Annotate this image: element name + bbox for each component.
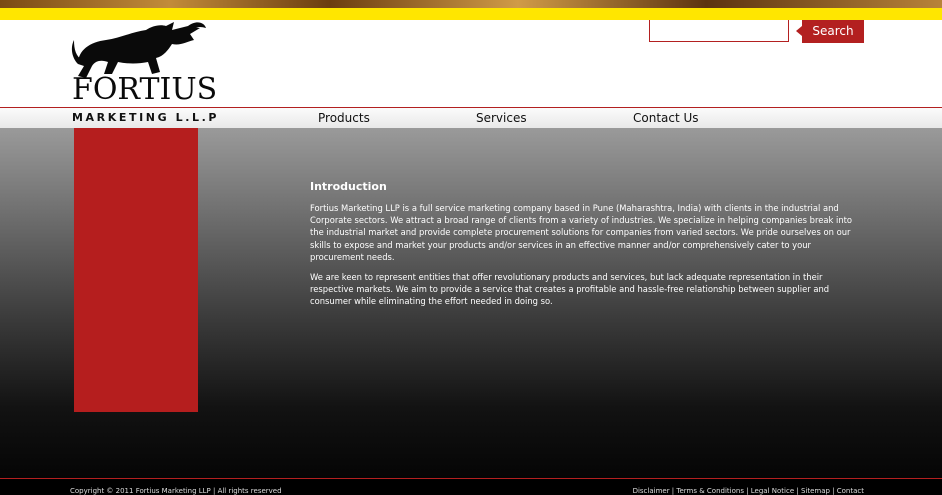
intro-paragraph: We are keen to represent entities that o… bbox=[310, 272, 830, 307]
header-yellow-strip bbox=[0, 8, 942, 20]
nav-item-services[interactable]: Services bbox=[476, 111, 527, 125]
footer-link-legal-notice[interactable]: Legal Notice bbox=[751, 487, 794, 495]
footer-link-terms[interactable]: Terms & Conditions bbox=[676, 487, 744, 495]
footer-link-disclaimer[interactable]: Disclaimer bbox=[633, 487, 670, 495]
page-title: Introduction bbox=[310, 180, 387, 193]
intro-paragraph: Fortius Marketing LLP is a full service … bbox=[310, 203, 853, 262]
logo-tagline: MARKETING L.L.P bbox=[72, 111, 220, 124]
logo-wordmark[interactable]: FORTIUS bbox=[72, 75, 217, 105]
footer-separator: | bbox=[829, 487, 837, 495]
copyright-text: Copyright © 2011 Fortius Marketing LLP |… bbox=[70, 487, 282, 495]
nav-item-products[interactable]: Products bbox=[318, 111, 370, 125]
footer-separator: | bbox=[743, 487, 751, 495]
bull-icon bbox=[71, 22, 206, 78]
footer-separator: | bbox=[794, 487, 801, 495]
footer-links: Disclaimer | Terms & Conditions | Legal … bbox=[633, 487, 864, 495]
side-red-panel bbox=[74, 128, 198, 412]
header-banner-image bbox=[0, 0, 942, 8]
search-input[interactable] bbox=[649, 20, 789, 42]
footer-link-sitemap[interactable]: Sitemap bbox=[801, 487, 830, 495]
intro-section: Introduction Fortius Marketing LLP is a … bbox=[310, 180, 860, 316]
footer-link-contact[interactable]: Contact bbox=[837, 487, 864, 495]
search-button[interactable]: Search bbox=[796, 20, 864, 43]
nav-item-contact-us[interactable]: Contact Us bbox=[633, 111, 699, 125]
